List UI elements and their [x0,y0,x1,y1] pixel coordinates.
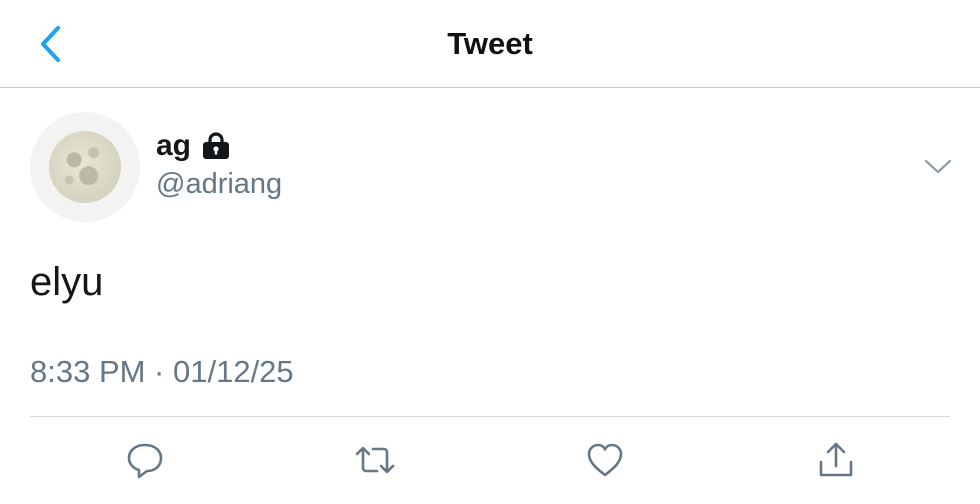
like-button[interactable] [583,438,627,482]
full-moon-avatar-image [49,131,121,203]
comment-bubble-icon [127,443,163,479]
divider [30,416,950,417]
share-button[interactable] [814,438,858,482]
tweet-timestamp: 8:33 PM · 01/12/25 [30,354,294,389]
navigation-bar: Tweet [0,0,980,88]
tweet-text: elyu [30,260,104,304]
lock-icon [201,132,231,160]
chevron-down-icon [924,159,952,174]
avatar[interactable] [30,112,140,222]
author-display-name: ag [156,129,192,162]
reply-button[interactable] [123,438,167,482]
share-icon [819,442,853,477]
retweet-icon [355,446,395,474]
author-handle[interactable]: @adriang [156,168,282,201]
retweet-button[interactable] [353,438,397,482]
page-title: Tweet [447,26,533,61]
heart-icon [587,443,623,477]
action-bar [0,438,980,482]
more-options-button[interactable] [922,150,954,182]
author-name-row[interactable]: ag [156,128,231,164]
